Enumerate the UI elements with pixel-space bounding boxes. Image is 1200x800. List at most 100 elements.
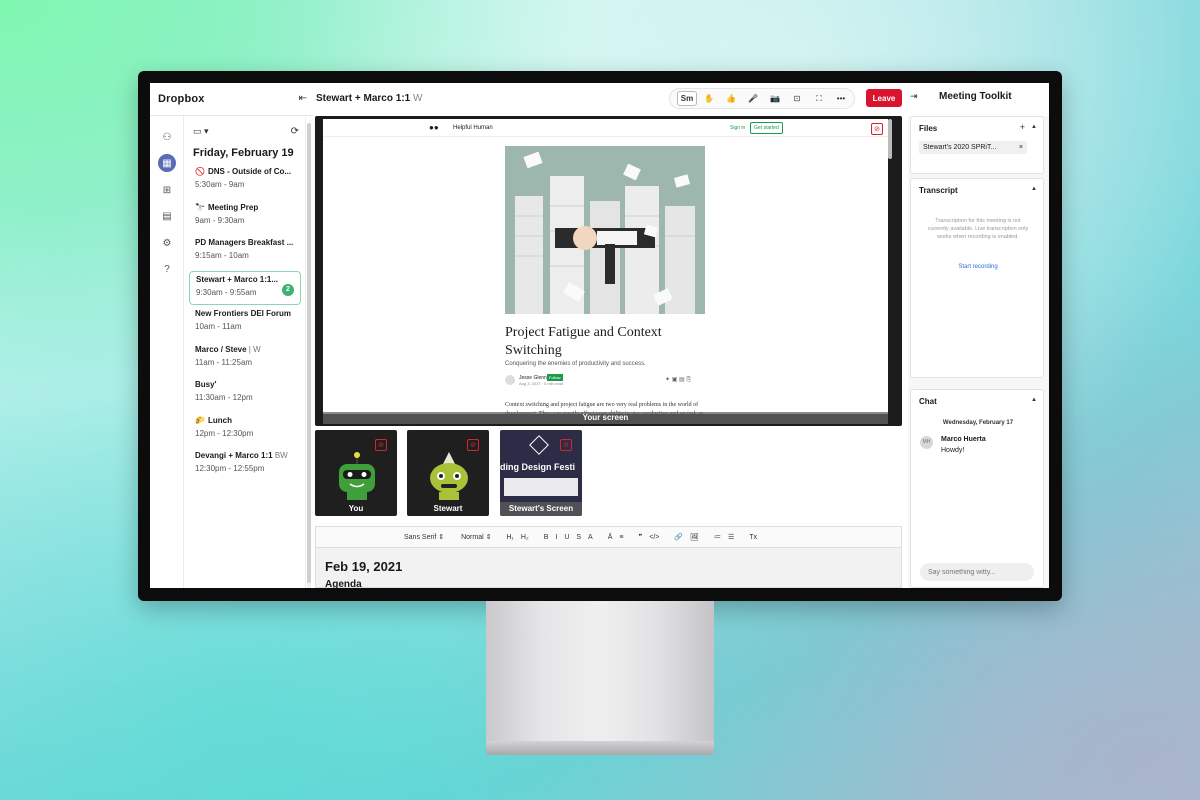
event-title-text: DNS - Outside of Co... — [207, 167, 292, 176]
calendar-event[interactable]: 🔭 Meeting Prep 9am - 9:30am — [189, 200, 301, 234]
chat-heading: Chat — [919, 397, 937, 406]
clear-format-button[interactable]: Tx — [749, 534, 757, 541]
meeting-title-suffix: W — [413, 93, 423, 104]
avatar: MH — [920, 436, 933, 449]
calendar-event[interactable]: 🌮 Lunch 12pm - 12:30pm — [189, 413, 301, 447]
calendar-event[interactable]: Devangi + Marco 1:1 BW 12:30pm - 12:55pm — [189, 448, 301, 482]
monitor: Dropbox ⇤ ⚇ ▦ ⊞ ▤ ⚙ ? ▭ ▾ ⟳ Friday, Febr… — [138, 71, 1062, 601]
monitor-stand — [486, 601, 714, 741]
start-recording-link[interactable]: Start recording — [911, 264, 1045, 270]
dropbox-logo: Dropbox — [158, 93, 205, 105]
count-badge: 2 — [282, 283, 294, 296]
heading1-button[interactable]: H₁ — [506, 534, 513, 541]
calendar-event[interactable]: Marco / Steve | W 11am - 11:25am — [189, 342, 301, 376]
settings-icon[interactable]: ⚙ — [158, 234, 176, 252]
link-icon[interactable]: 🔗 — [674, 533, 683, 541]
calendar-view-icon[interactable]: ▭ ▾ — [193, 126, 209, 137]
event-time: 9:15am - 10am — [195, 251, 249, 260]
image-icon[interactable]: 🖼 — [690, 533, 699, 541]
event-title: Devangi + Marco 1:1 BW — [195, 451, 295, 460]
chat-input[interactable] — [920, 563, 1034, 581]
meeting-title: Stewart + Marco 1:1 W — [316, 93, 422, 104]
bold-button[interactable]: B — [544, 534, 549, 541]
document-icon[interactable]: ▤ — [158, 207, 176, 225]
help-icon[interactable]: ? — [158, 260, 176, 278]
collapse-chat-icon[interactable]: ▲ — [1031, 397, 1037, 403]
calendar-event[interactable]: 🚫 DNS - Outside of Co... 5:30am - 9am — [189, 164, 301, 198]
event-time: 11:30am - 12pm — [195, 393, 253, 402]
event-time: 12pm - 12:30pm — [195, 428, 254, 438]
refresh-icon[interactable]: ⟳ — [291, 126, 299, 137]
calendar-event[interactable]: Stewart + Marco 1:1... 9:30am - 9:55am 2 — [189, 270, 301, 305]
text-color-button[interactable]: A — [588, 534, 593, 541]
code-button[interactable]: </> — [649, 534, 659, 541]
notes-agenda-heading[interactable]: Agenda — [325, 579, 362, 588]
calendar-event[interactable]: PD Managers Breakfast ... 9:15am - 10am — [189, 235, 301, 269]
participant-tile-you[interactable]: ⊘ You — [315, 430, 397, 516]
calendar-event[interactable]: New Frontiers DEI Forum 10am - 11am — [189, 306, 301, 340]
grid-icon[interactable]: ⊞ — [158, 181, 176, 199]
calendar-event[interactable]: Busy' 11:30am - 12pm — [189, 377, 301, 411]
event-emoji-icon: 🚫 — [195, 167, 205, 176]
event-title: 🔭 Meeting Prep — [195, 203, 295, 212]
file-chip[interactable]: Stewart's 2020 SPRiT... × — [919, 141, 1027, 154]
align-button[interactable]: ≡ — [619, 534, 623, 541]
calendar-icon[interactable]: ▦ — [158, 154, 176, 172]
calendar-scrollbar[interactable] — [307, 123, 311, 588]
mic-muted-icon: ⊘ — [871, 123, 883, 135]
ordered-list-button[interactable]: ≔ — [714, 533, 721, 541]
icon-rail: ⚇ ▦ ⊞ ▤ ⚙ ? — [150, 116, 184, 588]
webpage-nav: ●● Helpful Human Sign in Get started — [323, 119, 888, 137]
text-size-select[interactable]: Normal ⇕ — [461, 533, 491, 541]
collapse-transcript-icon[interactable]: ▲ — [1031, 186, 1037, 192]
share-screen-icon[interactable]: ⊡ — [787, 91, 807, 106]
strike-button[interactable]: S — [576, 534, 581, 541]
collapse-files-icon[interactable]: ▲ — [1031, 124, 1037, 130]
calendar-scroll-thumb[interactable] — [307, 123, 311, 583]
event-title: PD Managers Breakfast ... — [195, 238, 295, 247]
notes-editor[interactable]: Sans Serif ⇕ Normal ⇕ H₁ H₂ B I U S A Ā ≡ ❞ </> 🔗 🖼 ≔ ☰ T… — [315, 526, 902, 588]
calendar-date-heading: Friday, February 19 — [193, 147, 294, 159]
mute-mic-icon[interactable]: 🎤 — [743, 91, 763, 106]
add-file-icon[interactable]: + — [1020, 122, 1025, 132]
article-illustration — [505, 146, 705, 314]
people-icon[interactable]: ⚇ — [158, 128, 176, 146]
italic-button[interactable]: I — [555, 534, 557, 541]
event-title-text: Busy' — [195, 380, 217, 389]
highlight-button[interactable]: Ā — [608, 534, 613, 541]
meeting-toolbar: Sm ✋ 👍 🎤 📷 ⊡ ⛶ ••• — [669, 88, 855, 109]
notes-date-heading[interactable]: Feb 19, 2021 — [325, 559, 402, 574]
leave-button[interactable]: Leave — [866, 89, 902, 107]
calendar-panel: ▭ ▾ ⟳ Friday, February 19 🚫 DNS - Outside… — [184, 116, 306, 588]
bullet-list-button[interactable]: ☰ — [728, 533, 734, 541]
app-window: Dropbox ⇤ ⚇ ▦ ⊞ ▤ ⚙ ? ▭ ▾ ⟳ Friday, Febr… — [150, 83, 1049, 588]
event-title-text: Stewart + Marco 1:1... — [196, 274, 279, 284]
fullscreen-icon[interactable]: ⛶ — [809, 91, 829, 106]
font-family-select[interactable]: Sans Serif ⇕ — [404, 533, 444, 541]
participant-tile-stewart-screen[interactable]: ding Design Festi ⊘ Stewart's Screen — [500, 430, 582, 516]
chat-sender: Marco Huerta — [941, 436, 986, 443]
raise-hand-icon[interactable]: ✋ — [699, 91, 719, 106]
event-title: 🌮 Lunch — [195, 416, 295, 425]
event-title-text: Devangi + Marco 1:1 — [195, 451, 273, 460]
shared-scrollbar — [888, 119, 892, 159]
chat-day-separator: Wednesday, February 17 — [942, 420, 1014, 426]
remove-file-icon[interactable]: × — [1019, 141, 1023, 154]
thumbs-up-icon[interactable]: 👍 — [721, 91, 741, 106]
event-title-text: New Frontiers DEI Forum — [195, 309, 292, 318]
get-started-button: Get started — [750, 122, 783, 134]
speaker-mode-button[interactable]: Sm — [677, 91, 697, 106]
participant-tile-stewart[interactable]: ⊘ Stewart — [407, 430, 489, 516]
transcript-card: Transcript ▲ Transcription for this meet… — [910, 178, 1044, 378]
event-title: Stewart + Marco 1:1... — [196, 275, 294, 284]
event-title-suffix: | W — [246, 344, 261, 354]
camera-off-icon[interactable]: 📷 — [765, 91, 785, 106]
more-icon[interactable]: ••• — [831, 91, 851, 106]
expand-right-icon[interactable]: ⇥ — [910, 91, 918, 102]
collapse-left-icon[interactable]: ⇤ — [299, 93, 307, 104]
event-title-suffix: BW — [272, 451, 288, 460]
meeting-title-text: Stewart + Marco 1:1 — [316, 93, 411, 104]
heading2-button[interactable]: H₂ — [521, 534, 529, 541]
quote-button[interactable]: ❞ — [638, 533, 642, 541]
underline-button[interactable]: U — [564, 534, 569, 541]
